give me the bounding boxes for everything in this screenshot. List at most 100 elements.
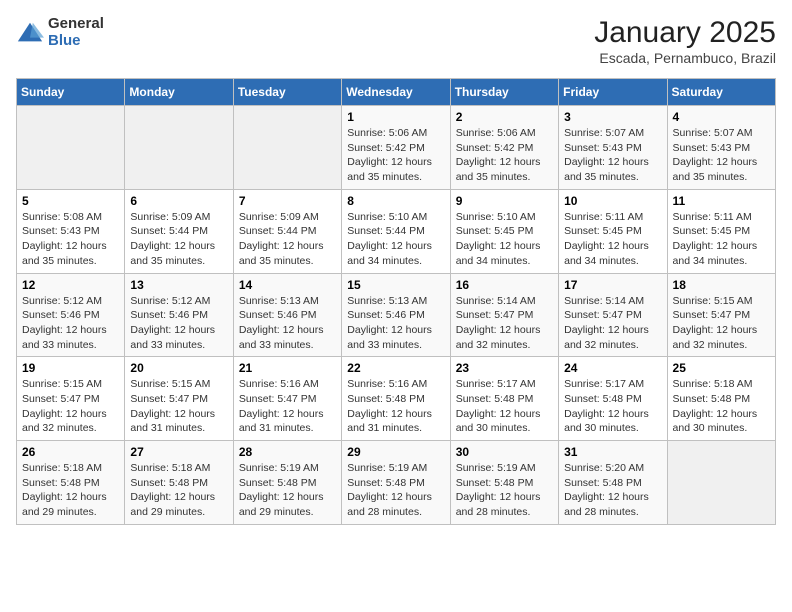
day-info: Sunrise: 5:08 AM Sunset: 5:43 PM Dayligh… — [22, 210, 119, 269]
calendar-cell: 17 Sunrise: 5:14 AM Sunset: 5:47 PM Dayli… — [559, 273, 667, 357]
day-info: Sunrise: 5:11 AM Sunset: 5:45 PM Dayligh… — [564, 210, 661, 269]
day-info: Sunrise: 5:16 AM Sunset: 5:48 PM Dayligh… — [347, 377, 444, 436]
day-number: 14 — [239, 278, 336, 292]
day-info: Sunrise: 5:09 AM Sunset: 5:44 PM Dayligh… — [130, 210, 227, 269]
calendar-week-row: 19Sunrise: 5:15 AM Sunset: 5:47 PM Dayli… — [17, 357, 776, 441]
calendar-cell: 9Sunrise: 5:10 AM Sunset: 5:45 PM Daylig… — [450, 189, 558, 273]
calendar-cell: 2 Sunrise: 5:06 AM Sunset: 5:42 PM Daylig… — [450, 106, 558, 190]
day-info: Sunrise: 5:15 AM Sunset: 5:47 PM Dayligh… — [22, 377, 119, 436]
day-number: 31 — [564, 445, 661, 459]
day-number: 11 — [673, 194, 770, 208]
calendar-cell — [667, 441, 775, 525]
day-number: 17 — [564, 278, 661, 292]
calendar-cell: 23Sunrise: 5:17 AM Sunset: 5:48 PM Dayli… — [450, 357, 558, 441]
logo-icon — [16, 19, 44, 47]
location: Escada, Pernambuco, Brazil — [594, 50, 776, 66]
day-number: 9 — [456, 194, 553, 208]
day-number: 16 — [456, 278, 553, 292]
day-info: Sunrise: 5:06 AM Sunset: 5:42 PM Dayligh… — [347, 126, 444, 185]
day-info: Sunrise: 5:14 AM Sunset: 5:47 PM Dayligh… — [564, 294, 661, 353]
calendar-cell: 24 Sunrise: 5:17 AM Sunset: 5:48 PM Dayli… — [559, 357, 667, 441]
calendar-table: SundayMondayTuesdayWednesdayThursdayFrid… — [16, 78, 776, 525]
calendar-cell: 26 Sunrise: 5:18 AM Sunset: 5:48 PM Dayli… — [17, 441, 125, 525]
calendar-cell: 16 Sunrise: 5:14 AM Sunset: 5:47 PM Dayli… — [450, 273, 558, 357]
day-number: 5 — [22, 194, 119, 208]
day-of-week-header: Friday — [559, 79, 667, 106]
calendar-cell — [233, 106, 341, 190]
day-number: 21 — [239, 361, 336, 375]
day-number: 27 — [130, 445, 227, 459]
day-info: Sunrise: 5:16 AM Sunset: 5:47 PM Dayligh… — [239, 377, 336, 436]
day-number: 2 — [456, 110, 553, 124]
day-info: Sunrise: 5:19 AM Sunset: 5:48 PM Dayligh… — [239, 461, 336, 520]
day-info: Sunrise: 5:15 AM Sunset: 5:47 PM Dayligh… — [673, 294, 770, 353]
day-number: 10 — [564, 194, 661, 208]
calendar-cell: 11 Sunrise: 5:11 AM Sunset: 5:45 PM Dayli… — [667, 189, 775, 273]
calendar-cell: 30 Sunrise: 5:19 AM Sunset: 5:48 PM Dayli… — [450, 441, 558, 525]
calendar-cell: 25Sunrise: 5:18 AM Sunset: 5:48 PM Dayli… — [667, 357, 775, 441]
calendar-week-row: 12 Sunrise: 5:12 AM Sunset: 5:46 PM Dayli… — [17, 273, 776, 357]
calendar-cell: 10 Sunrise: 5:11 AM Sunset: 5:45 PM Dayli… — [559, 189, 667, 273]
calendar-cell: 15Sunrise: 5:13 AM Sunset: 5:46 PM Dayli… — [342, 273, 450, 357]
day-info: Sunrise: 5:15 AM Sunset: 5:47 PM Dayligh… — [130, 377, 227, 436]
day-number: 22 — [347, 361, 444, 375]
calendar-cell: 29 Sunrise: 5:19 AM Sunset: 5:48 PM Dayli… — [342, 441, 450, 525]
calendar-cell: 22 Sunrise: 5:16 AM Sunset: 5:48 PM Dayli… — [342, 357, 450, 441]
calendar-cell: 27 Sunrise: 5:18 AM Sunset: 5:48 PM Dayli… — [125, 441, 233, 525]
calendar-week-row: 5 Sunrise: 5:08 AM Sunset: 5:43 PM Daylig… — [17, 189, 776, 273]
calendar-cell: 19Sunrise: 5:15 AM Sunset: 5:47 PM Dayli… — [17, 357, 125, 441]
calendar-header-row: SundayMondayTuesdayWednesdayThursdayFrid… — [17, 79, 776, 106]
calendar-cell: 14 Sunrise: 5:13 AM Sunset: 5:46 PM Dayli… — [233, 273, 341, 357]
day-of-week-header: Saturday — [667, 79, 775, 106]
day-info: Sunrise: 5:06 AM Sunset: 5:42 PM Dayligh… — [456, 126, 553, 185]
calendar-cell: 1Sunrise: 5:06 AM Sunset: 5:42 PM Daylig… — [342, 106, 450, 190]
day-info: Sunrise: 5:11 AM Sunset: 5:45 PM Dayligh… — [673, 210, 770, 269]
day-number: 7 — [239, 194, 336, 208]
day-number: 24 — [564, 361, 661, 375]
day-info: Sunrise: 5:12 AM Sunset: 5:46 PM Dayligh… — [22, 294, 119, 353]
title-block: January 2025 Escada, Pernambuco, Brazil — [594, 16, 776, 66]
day-number: 26 — [22, 445, 119, 459]
calendar-cell — [125, 106, 233, 190]
day-number: 4 — [673, 110, 770, 124]
day-info: Sunrise: 5:17 AM Sunset: 5:48 PM Dayligh… — [456, 377, 553, 436]
calendar-cell: 6 Sunrise: 5:09 AM Sunset: 5:44 PM Daylig… — [125, 189, 233, 273]
day-info: Sunrise: 5:19 AM Sunset: 5:48 PM Dayligh… — [347, 461, 444, 520]
day-info: Sunrise: 5:19 AM Sunset: 5:48 PM Dayligh… — [456, 461, 553, 520]
calendar-cell: 18 Sunrise: 5:15 AM Sunset: 5:47 PM Dayli… — [667, 273, 775, 357]
month-title: January 2025 — [594, 16, 776, 50]
day-of-week-header: Sunday — [17, 79, 125, 106]
calendar-cell: 8Sunrise: 5:10 AM Sunset: 5:44 PM Daylig… — [342, 189, 450, 273]
day-info: Sunrise: 5:18 AM Sunset: 5:48 PM Dayligh… — [130, 461, 227, 520]
day-info: Sunrise: 5:20 AM Sunset: 5:48 PM Dayligh… — [564, 461, 661, 520]
calendar-cell: 7Sunrise: 5:09 AM Sunset: 5:44 PM Daylig… — [233, 189, 341, 273]
day-number: 28 — [239, 445, 336, 459]
day-of-week-header: Wednesday — [342, 79, 450, 106]
calendar-cell: 13 Sunrise: 5:12 AM Sunset: 5:46 PM Dayli… — [125, 273, 233, 357]
calendar-week-row: 26 Sunrise: 5:18 AM Sunset: 5:48 PM Dayli… — [17, 441, 776, 525]
day-number: 18 — [673, 278, 770, 292]
day-number: 29 — [347, 445, 444, 459]
day-info: Sunrise: 5:17 AM Sunset: 5:48 PM Dayligh… — [564, 377, 661, 436]
calendar-cell: 21 Sunrise: 5:16 AM Sunset: 5:47 PM Dayli… — [233, 357, 341, 441]
day-info: Sunrise: 5:12 AM Sunset: 5:46 PM Dayligh… — [130, 294, 227, 353]
day-of-week-header: Thursday — [450, 79, 558, 106]
day-number: 20 — [130, 361, 227, 375]
calendar-cell: 12 Sunrise: 5:12 AM Sunset: 5:46 PM Dayli… — [17, 273, 125, 357]
day-number: 6 — [130, 194, 227, 208]
day-number: 25 — [673, 361, 770, 375]
logo: General Blue — [16, 16, 104, 49]
logo-general-text: General — [48, 16, 104, 33]
day-number: 8 — [347, 194, 444, 208]
calendar-cell: 3Sunrise: 5:07 AM Sunset: 5:43 PM Daylig… — [559, 106, 667, 190]
day-info: Sunrise: 5:18 AM Sunset: 5:48 PM Dayligh… — [22, 461, 119, 520]
day-number: 30 — [456, 445, 553, 459]
day-info: Sunrise: 5:14 AM Sunset: 5:47 PM Dayligh… — [456, 294, 553, 353]
day-number: 13 — [130, 278, 227, 292]
day-info: Sunrise: 5:13 AM Sunset: 5:46 PM Dayligh… — [239, 294, 336, 353]
calendar-cell: 31 Sunrise: 5:20 AM Sunset: 5:48 PM Dayli… — [559, 441, 667, 525]
calendar-cell: 20 Sunrise: 5:15 AM Sunset: 5:47 PM Dayli… — [125, 357, 233, 441]
calendar-week-row: 1Sunrise: 5:06 AM Sunset: 5:42 PM Daylig… — [17, 106, 776, 190]
day-number: 12 — [22, 278, 119, 292]
logo-blue-text: Blue — [48, 33, 104, 50]
